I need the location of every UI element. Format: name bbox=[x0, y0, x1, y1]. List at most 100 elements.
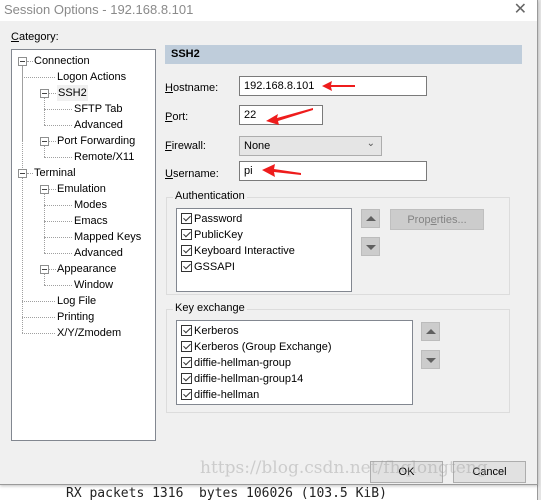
firewall-select[interactable]: None ⌄ bbox=[239, 136, 382, 156]
tree-connector-line bbox=[44, 285, 72, 286]
list-item-label: diffie-hellman bbox=[194, 389, 260, 401]
tree-item[interactable]: Connection bbox=[34, 53, 90, 69]
tree-connector-line bbox=[49, 189, 56, 190]
username-label-text: sername: bbox=[172, 168, 219, 180]
auth-move-down-button[interactable] bbox=[361, 237, 380, 256]
tree-connector-line bbox=[44, 205, 72, 206]
tree-item[interactable]: Printing bbox=[57, 309, 94, 325]
tree-item[interactable]: Log File bbox=[57, 293, 96, 309]
tree-item[interactable]: Appearance bbox=[57, 261, 116, 277]
category-label-text: ategory: bbox=[18, 31, 59, 43]
list-item[interactable]: Password bbox=[181, 211, 242, 227]
tree-item[interactable]: Terminal bbox=[34, 165, 76, 181]
tree-connector-line bbox=[44, 237, 72, 238]
tree-item[interactable]: Emulation bbox=[57, 181, 106, 197]
tree-collapse-icon[interactable] bbox=[40, 137, 49, 146]
hostname-label: Hostname: bbox=[165, 82, 218, 94]
tree-collapse-icon[interactable] bbox=[18, 169, 27, 178]
checkbox-checked[interactable] bbox=[181, 261, 192, 272]
properties-button[interactable]: Properties... bbox=[390, 209, 484, 230]
window-title: Session Options - 192.168.8.101 bbox=[4, 2, 194, 17]
tree-connector-line bbox=[44, 253, 72, 254]
list-item-label: PublicKey bbox=[194, 229, 243, 241]
kex-move-up-button[interactable] bbox=[421, 322, 440, 341]
firewall-value: None bbox=[244, 140, 271, 152]
list-item[interactable]: Kerberos (Group Exchange) bbox=[181, 339, 332, 355]
username-accel: U bbox=[165, 168, 173, 180]
tree-item[interactable]: Emacs bbox=[74, 213, 108, 229]
list-item[interactable]: GSSAPI bbox=[181, 259, 235, 275]
chevron-down-icon: ⌄ bbox=[366, 138, 375, 149]
tree-item[interactable]: Advanced bbox=[74, 117, 123, 133]
tree-connector-line bbox=[44, 157, 72, 158]
tree-connector-line bbox=[44, 146, 45, 157]
tree-connector-line bbox=[44, 98, 45, 125]
tree-connector-line bbox=[49, 269, 56, 270]
list-item-label: Kerberos (Group Exchange) bbox=[194, 341, 332, 353]
checkbox-checked[interactable] bbox=[181, 213, 192, 224]
tree-connector-line bbox=[22, 66, 23, 168]
list-item[interactable]: Keyboard Interactive bbox=[181, 243, 295, 259]
port-label-text: ort: bbox=[172, 111, 189, 123]
tree-item[interactable]: SFTP Tab bbox=[74, 101, 123, 117]
tree-item[interactable]: Window bbox=[74, 277, 113, 293]
tree-item[interactable]: SSH2 bbox=[57, 85, 88, 101]
hostname-accel: H bbox=[165, 82, 173, 94]
tree-connector-line bbox=[27, 61, 33, 62]
list-item-label: Password bbox=[194, 213, 243, 225]
checkbox-checked[interactable] bbox=[181, 341, 192, 352]
tree-connector-line bbox=[44, 109, 72, 110]
tree-item[interactable]: Logon Actions bbox=[57, 69, 126, 85]
port-value: 22 bbox=[244, 109, 257, 121]
list-item-label: Kerberos bbox=[194, 325, 239, 337]
tree-collapse-icon[interactable] bbox=[18, 57, 27, 66]
background-terminal: RX packets 1316 bytes 106026 (103.5 KiB) bbox=[0, 484, 541, 501]
list-item-label: diffie-hellman-group bbox=[194, 357, 292, 369]
key-exchange-list[interactable]: Kerberos Kerberos (Group Exchange) diffie-… bbox=[176, 320, 413, 405]
list-item[interactable]: diffie-hellman bbox=[181, 387, 259, 403]
list-item[interactable]: Kerberos bbox=[181, 323, 239, 339]
category-label-accel: C bbox=[11, 31, 19, 43]
close-icon[interactable]: ✕ bbox=[514, 1, 527, 19]
category-tree[interactable]: Connection Logon Actions SSH2 SFTP Tab Advan… bbox=[11, 49, 156, 441]
checkbox-checked[interactable] bbox=[181, 373, 192, 384]
tree-connector-line bbox=[22, 178, 23, 333]
hostname-label-text: ostname: bbox=[172, 82, 219, 94]
tree-connector-line bbox=[44, 274, 45, 285]
annotation-arrow-icon bbox=[266, 108, 313, 125]
tree-collapse-icon[interactable] bbox=[40, 265, 49, 274]
auth-move-up-button[interactable] bbox=[361, 209, 380, 228]
tree-item[interactable]: Advanced bbox=[74, 245, 123, 261]
properties-label-pre: Prop bbox=[407, 214, 431, 226]
triangle-down-icon bbox=[426, 358, 436, 363]
triangle-up-icon bbox=[426, 329, 436, 334]
tree-connector-line bbox=[22, 333, 55, 334]
authentication-list[interactable]: Password PublicKey Keyboard Interactive GSS… bbox=[176, 208, 352, 292]
tree-connector-line bbox=[44, 194, 45, 253]
ok-button[interactable]: OK bbox=[370, 461, 443, 483]
checkbox-checked[interactable] bbox=[181, 229, 192, 240]
tree-item[interactable]: Port Forwarding bbox=[57, 133, 135, 149]
list-item-label: GSSAPI bbox=[194, 261, 235, 273]
checkbox-checked[interactable] bbox=[181, 389, 192, 400]
checkbox-checked[interactable] bbox=[181, 325, 192, 336]
list-item-label: diffie-hellman-group14 bbox=[194, 373, 304, 385]
tree-item[interactable]: Modes bbox=[74, 197, 107, 213]
firewall-label: Firewall: bbox=[165, 140, 206, 152]
key-exchange-legend: Key exchange bbox=[173, 302, 247, 314]
tree-collapse-icon[interactable] bbox=[40, 185, 49, 194]
tree-item[interactable]: Mapped Keys bbox=[74, 229, 141, 245]
tree-item[interactable]: X/Y/Zmodem bbox=[57, 325, 121, 341]
kex-move-down-button[interactable] bbox=[421, 350, 440, 369]
tree-collapse-icon[interactable] bbox=[40, 89, 49, 98]
checkbox-checked[interactable] bbox=[181, 357, 192, 368]
list-item[interactable]: PublicKey bbox=[181, 227, 243, 243]
username-value: pi bbox=[244, 165, 253, 177]
port-label: Port: bbox=[165, 111, 188, 123]
tree-item[interactable]: Remote/X11 bbox=[74, 149, 134, 165]
cancel-button[interactable]: Cancel bbox=[453, 461, 526, 483]
tree-connector-line bbox=[49, 93, 56, 94]
list-item[interactable]: diffie-hellman-group14 bbox=[181, 371, 303, 387]
list-item[interactable]: diffie-hellman-group bbox=[181, 355, 291, 371]
checkbox-checked[interactable] bbox=[181, 245, 192, 256]
